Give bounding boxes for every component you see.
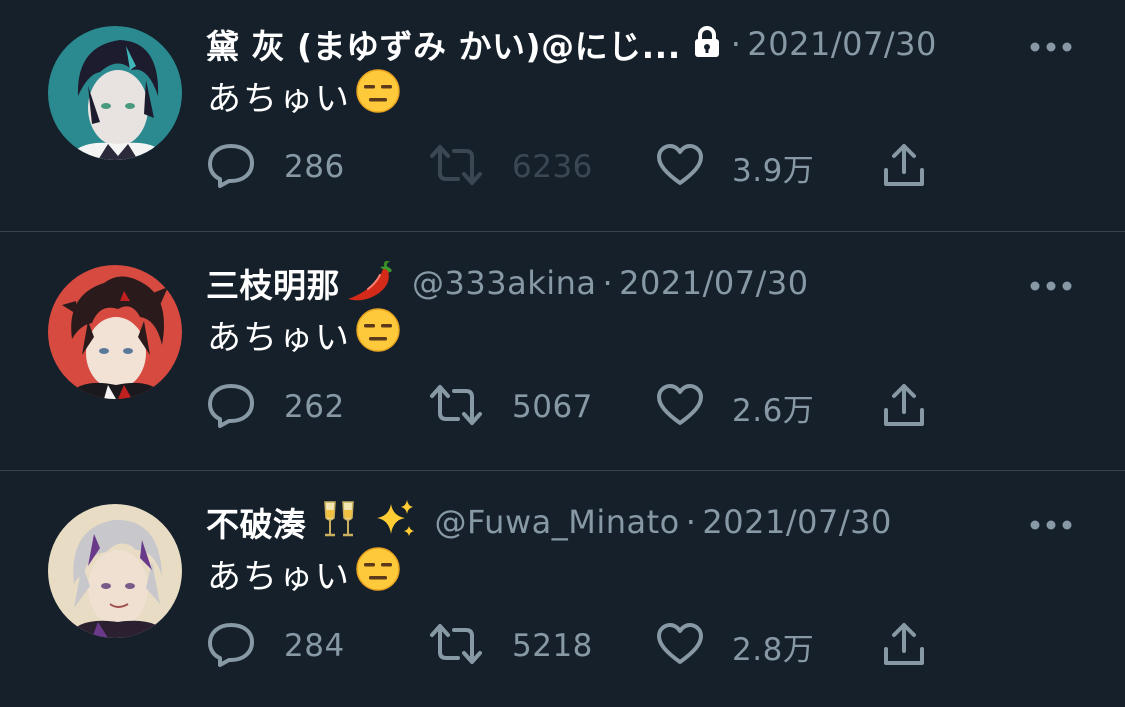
tweet-text: あちゅい [207,68,401,119]
reply-icon [206,141,256,193]
lock-icon [693,26,721,62]
retweet-count: 5218 [512,628,593,664]
share-button[interactable] [882,382,926,432]
avatar[interactable] [48,265,182,399]
tweet-date[interactable]: 2021/07/30 [747,25,936,63]
sparkles-icon [373,500,417,544]
like-button[interactable]: 2.6万 [656,382,814,432]
more-options-icon[interactable] [1029,277,1073,291]
reply-button[interactable]: 262 [206,382,345,432]
tweet-text: あちゅい [207,307,401,358]
reply-button[interactable]: 284 [206,621,345,671]
retweet-icon [428,143,484,191]
like-button[interactable]: 3.9万 [656,142,814,192]
tweet-date[interactable]: 2021/07/30 [702,503,891,541]
heart-icon [656,383,704,431]
tweet-text-content: あちゅい [207,556,351,597]
tweet-actions: 262 5067 2.6万 [206,382,966,432]
share-icon [882,621,926,671]
expressionless-face-icon [355,546,401,601]
reply-button[interactable]: 286 [206,142,345,192]
like-button[interactable]: 2.8万 [656,621,814,671]
share-icon [882,142,926,192]
tweet-actions: 284 5218 2.8万 [206,621,966,671]
share-icon [882,382,926,432]
retweet-icon [428,622,484,670]
tweet-item[interactable]: 三枝明那 @333akina · 2021/07/30 あちゅい 262 506… [0,232,1125,470]
like-count: 2.6万 [732,392,815,429]
retweet-button[interactable]: 5218 [428,621,593,671]
display-name[interactable]: 黛 灰 (まゆずみ かい)@にじ... [206,22,681,66]
like-count: 3.9万 [732,152,815,189]
retweet-count: 5067 [512,389,593,425]
share-button[interactable] [882,621,926,671]
tweet-text-content: あちゅい [207,78,351,119]
display-name[interactable]: 三枝明那 [206,261,340,305]
tweet-date[interactable]: 2021/07/30 [619,264,808,302]
separator: · [730,25,742,63]
expressionless-face-icon [355,68,401,123]
separator: · [602,264,614,302]
heart-icon [656,143,704,191]
display-name[interactable]: 不破湊 [206,500,307,544]
share-button[interactable] [882,142,926,192]
more-options-icon[interactable] [1029,516,1073,530]
reply-icon [206,620,256,672]
reply-count: 284 [284,628,345,664]
avatar[interactable] [48,26,182,160]
tweet-feed: 黛 灰 (まゆずみ かい)@にじ... · 2021/07/30 あちゅい 28… [0,0,1125,707]
chili-pepper-icon [344,261,398,305]
user-handle[interactable]: @333akina [412,264,597,302]
retweet-button[interactable]: 5067 [428,382,593,432]
avatar[interactable] [48,504,182,638]
reply-count: 286 [284,149,345,185]
retweet-count: 6236 [512,149,593,185]
tweet-header: 黛 灰 (まゆずみ かい)@にじ... · 2021/07/30 [206,22,1006,66]
more-options-icon[interactable] [1029,38,1073,52]
tweet-header: 三枝明那 @333akina · 2021/07/30 [206,261,1006,305]
tweet-text: あちゅい [207,546,401,597]
tweet-item[interactable]: 黛 灰 (まゆずみ かい)@にじ... · 2021/07/30 あちゅい 28… [0,0,1125,231]
champagne-glasses-icon [317,500,361,544]
reply-icon [206,381,256,433]
tweet-actions: 286 6236 3.9万 [206,142,966,192]
heart-icon [656,622,704,670]
retweet-icon [428,383,484,431]
tweet-header: 不破湊 @Fuwa_Minato · 2021/07/30 [206,500,1006,544]
separator: · [685,503,697,541]
tweet-item[interactable]: 不破湊 @Fuwa_Minato · 2021/07/30 あちゅい 284 5… [0,471,1125,707]
tweet-text-content: あちゅい [207,317,351,358]
user-handle[interactable]: @Fuwa_Minato [435,503,680,541]
like-count: 2.8万 [732,631,815,668]
retweet-button: 6236 [428,142,593,192]
expressionless-face-icon [355,307,401,362]
reply-count: 262 [284,389,345,425]
